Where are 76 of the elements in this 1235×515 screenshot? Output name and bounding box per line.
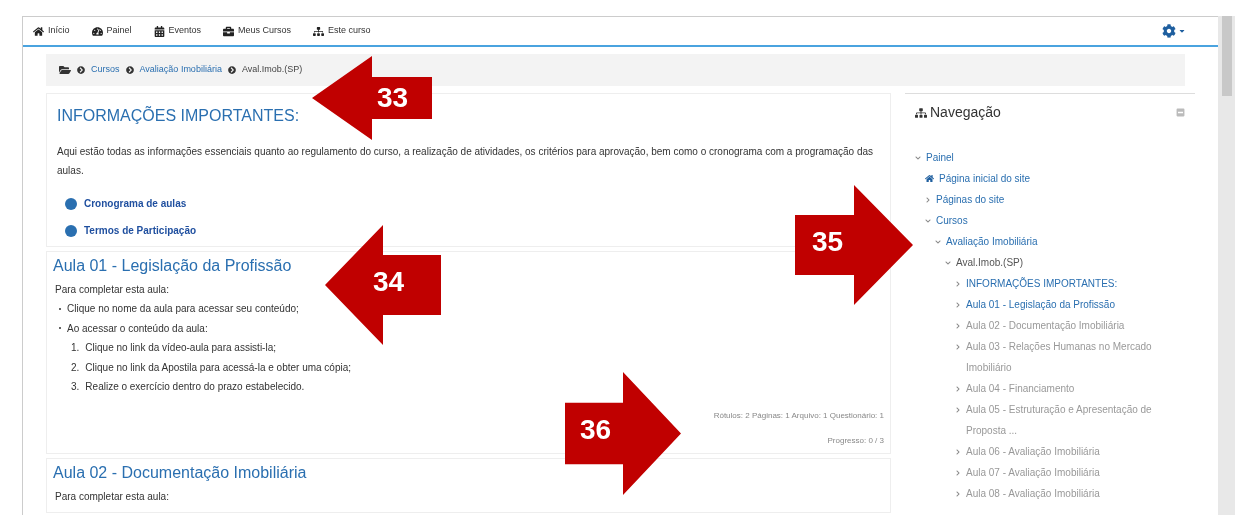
resource-link[interactable]: Termos de Participação	[84, 223, 197, 238]
nav-tree-item[interactable]: Aula 04 - Financiamento	[966, 378, 1075, 399]
nav-tree-item[interactable]: Aula 06 - Avaliação Imobiliária	[966, 441, 1100, 462]
section-title: Aula 02 - Documentação Imobiliária	[53, 462, 307, 483]
chevron-icon	[125, 66, 134, 74]
nav-tree-item[interactable]: Aval.Imob.(SP)	[956, 252, 1024, 273]
nav-tree-item[interactable]: Página inicial do site	[939, 168, 1031, 189]
settings-menu-button[interactable]	[1162, 24, 1186, 38]
nav-tree-item[interactable]: Aula 08 - Avaliação Imobiliária	[966, 483, 1100, 504]
chevron-down-icon[interactable]	[935, 238, 941, 245]
nav-tree-item[interactable]: Aula 03 - Relações Humanas no Mercado Imobiliário	[966, 336, 1185, 378]
nav-tree-item[interactable]: Páginas do site	[936, 189, 1005, 210]
nav-tree-item[interactable]: Aula 07 - Avaliação Imobiliária	[966, 462, 1100, 483]
chevron-right-icon[interactable]	[955, 322, 961, 329]
nav-link[interactable]: Meus Cursos	[223, 24, 292, 38]
chevron-right-icon[interactable]	[955, 280, 961, 287]
section-description: Aqui estão todas as informações essenciais quanto ao regulamento do curso, a realização de atividades, os critérios para aprovação, bem como o cronograma com a programação das aulas.	[57, 145, 874, 178]
chevron-icon	[227, 66, 236, 74]
nav-tree-item[interactable]: Painel	[926, 147, 954, 168]
numbered-step: Clique no link da Apostila para acessá-la e obter uma cópia;	[85, 357, 352, 377]
chevron-right-icon[interactable]	[925, 196, 931, 203]
chevron-right-icon[interactable]	[955, 343, 961, 350]
house-icon	[925, 174, 934, 183]
callout-number: 35	[812, 228, 844, 256]
callout-number: 36	[580, 416, 612, 444]
nav-link[interactable]: Eventos	[153, 24, 202, 38]
nav-tree-item[interactable]: Cursos	[936, 210, 968, 231]
numbered-step: Clique no link da vídeo-aula para assisti-la;	[85, 338, 276, 358]
gauge-icon	[91, 25, 103, 37]
nav-tree-item[interactable]: Aula 02 - Documentação Imobiliária	[966, 315, 1125, 336]
sitemap-icon	[313, 25, 325, 37]
step-number: 2.	[71, 360, 80, 375]
section-intro: Para completar esta aula:	[55, 489, 169, 504]
chevron-right-icon[interactable]	[955, 406, 961, 413]
nav-link[interactable]: Início	[33, 24, 70, 38]
folder-icon	[59, 64, 71, 76]
collapse-icon[interactable]	[1176, 108, 1185, 117]
sitemap-icon	[915, 106, 927, 119]
chevron-icon	[77, 66, 85, 74]
nav-tree-item[interactable]: Avaliação Imobiliária	[946, 231, 1038, 252]
nav-tree-item[interactable]: Aula 01 - Legislação da Profissão	[966, 294, 1115, 315]
chevron-right-icon[interactable]	[955, 385, 961, 392]
numbered-step: Realize o exercício dentro do prazo estabelecido.	[85, 377, 305, 397]
house-icon	[33, 25, 44, 37]
progress-text: Progresso: 0 / 3	[827, 435, 884, 445]
nav-tree-item[interactable]: Aula 05 - Estruturação e Apresentação de Proposta ...	[966, 399, 1185, 441]
step-number: 3.	[71, 380, 80, 394]
scrollbar[interactable]	[1218, 16, 1235, 515]
nav-tree-item[interactable]: INFORMAÇÕES IMPORTANTES:	[966, 273, 1118, 294]
chevron-down-icon[interactable]	[915, 154, 921, 161]
nav-link[interactable]: Este curso	[313, 24, 371, 38]
block-title: Navegação	[930, 103, 1001, 122]
breadcrumb-link[interactable]: Cursos	[91, 63, 120, 77]
breadcrumb-link[interactable]: Avaliação Imobiliária	[139, 63, 222, 77]
section-intro: Para completar esta aula:	[55, 283, 169, 297]
chevron-right-icon[interactable]	[955, 448, 961, 455]
chevron-down-icon[interactable]	[945, 259, 951, 266]
bullet-item: Clique no nome da aula para acessar seu conteúdo;	[67, 302, 299, 316]
breadcrumb-current: Aval.Imob.(SP)	[241, 63, 303, 77]
section-title: INFORMAÇÕES IMPORTANTES:	[57, 105, 300, 126]
step-number: 1.	[71, 341, 80, 355]
settings-icon	[1162, 24, 1176, 38]
chevron-right-icon[interactable]	[955, 469, 961, 476]
activity-summary: Rótulos: 2 Páginas: 1 Arquivo: 1 Questionário: 1	[713, 410, 884, 420]
calendar-icon	[153, 25, 165, 37]
section-title: Aula 01 - Legislação da Profissão	[53, 256, 292, 276]
chevron-down-icon[interactable]	[925, 217, 931, 224]
bullet-item: Ao acessar o conteúdo da aula:	[67, 321, 208, 336]
callout-number: 33	[377, 84, 409, 112]
briefcase-icon	[223, 25, 235, 37]
chevron-right-icon[interactable]	[955, 301, 961, 308]
resource-link[interactable]: Cronograma de aulas	[84, 196, 187, 211]
chevron-right-icon[interactable]	[955, 490, 961, 497]
caret-icon	[1178, 27, 1186, 35]
callout-number: 34	[373, 268, 405, 296]
nav-link[interactable]: Painel	[91, 24, 132, 38]
